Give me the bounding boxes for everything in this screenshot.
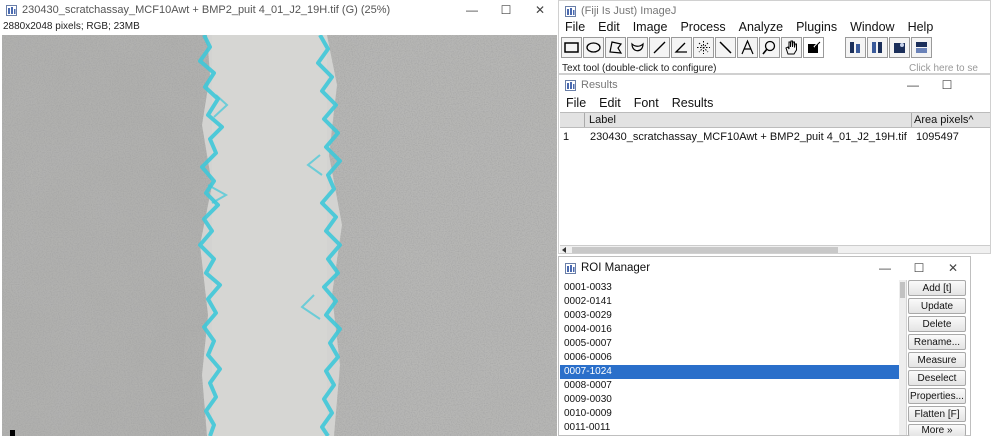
minimize-icon[interactable]: — <box>455 0 489 20</box>
menu-edit[interactable]: Edit <box>598 20 620 34</box>
menu-window[interactable]: Window <box>850 20 894 34</box>
maximize-icon[interactable]: ☐ <box>489 0 523 20</box>
flatten-button[interactable]: Flatten [F] <box>908 406 966 422</box>
column-divider <box>911 113 912 127</box>
horizontal-scrollbar[interactable] <box>560 245 990 253</box>
minimize-icon[interactable]: — <box>868 257 902 279</box>
roi-menu-icon[interactable] <box>911 37 932 58</box>
selected-list-item[interactable]: 0007-1024 <box>560 365 899 379</box>
fiji-titlebar[interactable]: (Fiji Is Just) ImageJ <box>559 1 990 21</box>
close-icon[interactable]: ✕ <box>523 0 557 20</box>
micrograph-canvas[interactable] <box>2 35 557 436</box>
fiji-menubar: File Edit Image Process Analyze Plugins … <box>565 19 946 35</box>
maximize-icon[interactable]: ☐ <box>930 75 964 95</box>
fiji-icon <box>565 262 576 274</box>
developer-menu-icon[interactable] <box>889 37 910 58</box>
image-window-title: 230430_scratchassay_MCF10Awt + BMP2_puit… <box>22 4 391 16</box>
results-menu-results[interactable]: Results <box>672 96 714 110</box>
list-scrollbar-thumb[interactable] <box>900 282 905 298</box>
column-divider <box>584 113 585 127</box>
text-tool-icon[interactable] <box>737 37 758 58</box>
roi-list[interactable]: 0001-0033 0002-0141 0003-0029 0004-0016 … <box>560 280 907 435</box>
color-picker-icon[interactable] <box>803 37 824 58</box>
fiji-icon <box>565 5 576 17</box>
rename-button[interactable]: Rename... <box>908 334 966 350</box>
fiji-icon <box>6 4 17 16</box>
menu-file[interactable]: File <box>565 20 585 34</box>
fiji-icon <box>565 79 576 91</box>
roi-manager-title: ROI Manager <box>581 262 651 274</box>
list-item[interactable]: 0010-0009 <box>564 408 612 419</box>
polygon-tool-icon[interactable] <box>605 37 626 58</box>
more-button[interactable]: More » <box>908 424 966 436</box>
list-item[interactable]: 0011-0011 <box>564 422 610 433</box>
menu-plugins[interactable]: Plugins <box>796 20 837 34</box>
image-window: 230430_scratchassay_MCF10Awt + BMP2_puit… <box>0 0 557 436</box>
results-menubar: File Edit Font Results <box>566 95 726 111</box>
wand-tool-icon[interactable] <box>715 37 736 58</box>
oval-tool-icon[interactable] <box>583 37 604 58</box>
measure-button[interactable]: Measure <box>908 352 966 368</box>
menu-help[interactable]: Help <box>908 20 934 34</box>
multipoint-tool-icon[interactable] <box>693 37 714 58</box>
results-table-header: Label Area pixels^ <box>560 112 990 128</box>
results-window-title: Results <box>581 79 618 91</box>
results-titlebar[interactable]: Results — ☐ <box>559 75 990 95</box>
results-menu-edit[interactable]: Edit <box>599 96 621 110</box>
maximize-icon[interactable]: ☐ <box>902 257 936 279</box>
results-menu-font[interactable]: Font <box>634 96 659 110</box>
list-item[interactable]: 0002-0141 <box>564 296 612 307</box>
menu-analyze[interactable]: Analyze <box>739 20 783 34</box>
click-here-status[interactable]: Click here to se <box>909 63 978 73</box>
row-area: 1095497 <box>916 131 959 143</box>
text-cursor-mark <box>10 430 15 436</box>
micrograph-image <box>2 35 557 436</box>
magnifier-icon[interactable] <box>759 37 780 58</box>
minimize-icon[interactable]: — <box>896 75 930 95</box>
fiji-main-window: (Fiji Is Just) ImageJ File Edit Image Pr… <box>558 0 991 74</box>
scroll-left-arrow-icon[interactable] <box>562 247 566 253</box>
col-header-area[interactable]: Area pixels^ <box>914 114 974 126</box>
results-window: Results — ☐ File Edit Font Results Label… <box>558 74 991 254</box>
menu-process[interactable]: Process <box>680 20 725 34</box>
line-tool-icon[interactable] <box>649 37 670 58</box>
table-row[interactable]: 1 230430_scratchassay_MCF10Awt + BMP2_pu… <box>560 130 990 146</box>
list-scrollbar[interactable] <box>899 280 906 435</box>
row-index: 1 <box>563 131 570 143</box>
lut-icon[interactable] <box>867 37 888 58</box>
list-item[interactable]: 0008-0007 <box>564 380 612 391</box>
menu-image[interactable]: Image <box>633 20 668 34</box>
delete-button[interactable]: Delete <box>908 316 966 332</box>
freehand-tool-icon[interactable] <box>627 37 648 58</box>
hand-tool-icon[interactable] <box>781 37 802 58</box>
image-window-titlebar[interactable]: 230430_scratchassay_MCF10Awt + BMP2_puit… <box>0 0 557 20</box>
stack-tools-icon[interactable] <box>845 37 866 58</box>
selected-list-item-label: 0007-1024 <box>564 366 612 377</box>
rectangle-tool-icon[interactable] <box>561 37 582 58</box>
add-button[interactable]: Add [t] <box>908 280 966 296</box>
close-icon[interactable]: ✕ <box>936 257 970 279</box>
fiji-window-title: (Fiji Is Just) ImageJ <box>581 5 677 17</box>
row-label: 230430_scratchassay_MCF10Awt + BMP2_puit… <box>590 131 907 143</box>
col-header-label[interactable]: Label <box>589 114 616 126</box>
list-item[interactable]: 0003-0029 <box>564 310 612 321</box>
list-item[interactable]: 0006-0006 <box>564 352 612 363</box>
list-item[interactable]: 0004-0016 <box>564 324 612 335</box>
list-item[interactable]: 0005-0007 <box>564 338 612 349</box>
roi-manager-titlebar[interactable]: ROI Manager — ☐ ✕ <box>559 257 970 279</box>
update-button[interactable]: Update <box>908 298 966 314</box>
angle-tool-icon[interactable] <box>671 37 692 58</box>
deselect-button[interactable]: Deselect <box>908 370 966 386</box>
properties-button[interactable]: Properties... <box>908 388 966 404</box>
results-menu-file[interactable]: File <box>566 96 586 110</box>
status-text: Text tool (double-click to configure) <box>562 63 717 74</box>
scrollbar-thumb[interactable] <box>572 247 838 253</box>
list-item[interactable]: 0001-0033 <box>564 282 612 293</box>
list-item[interactable]: 0009-0030 <box>564 394 612 405</box>
image-info: 2880x2048 pixels; RGB; 23MB <box>3 21 140 32</box>
